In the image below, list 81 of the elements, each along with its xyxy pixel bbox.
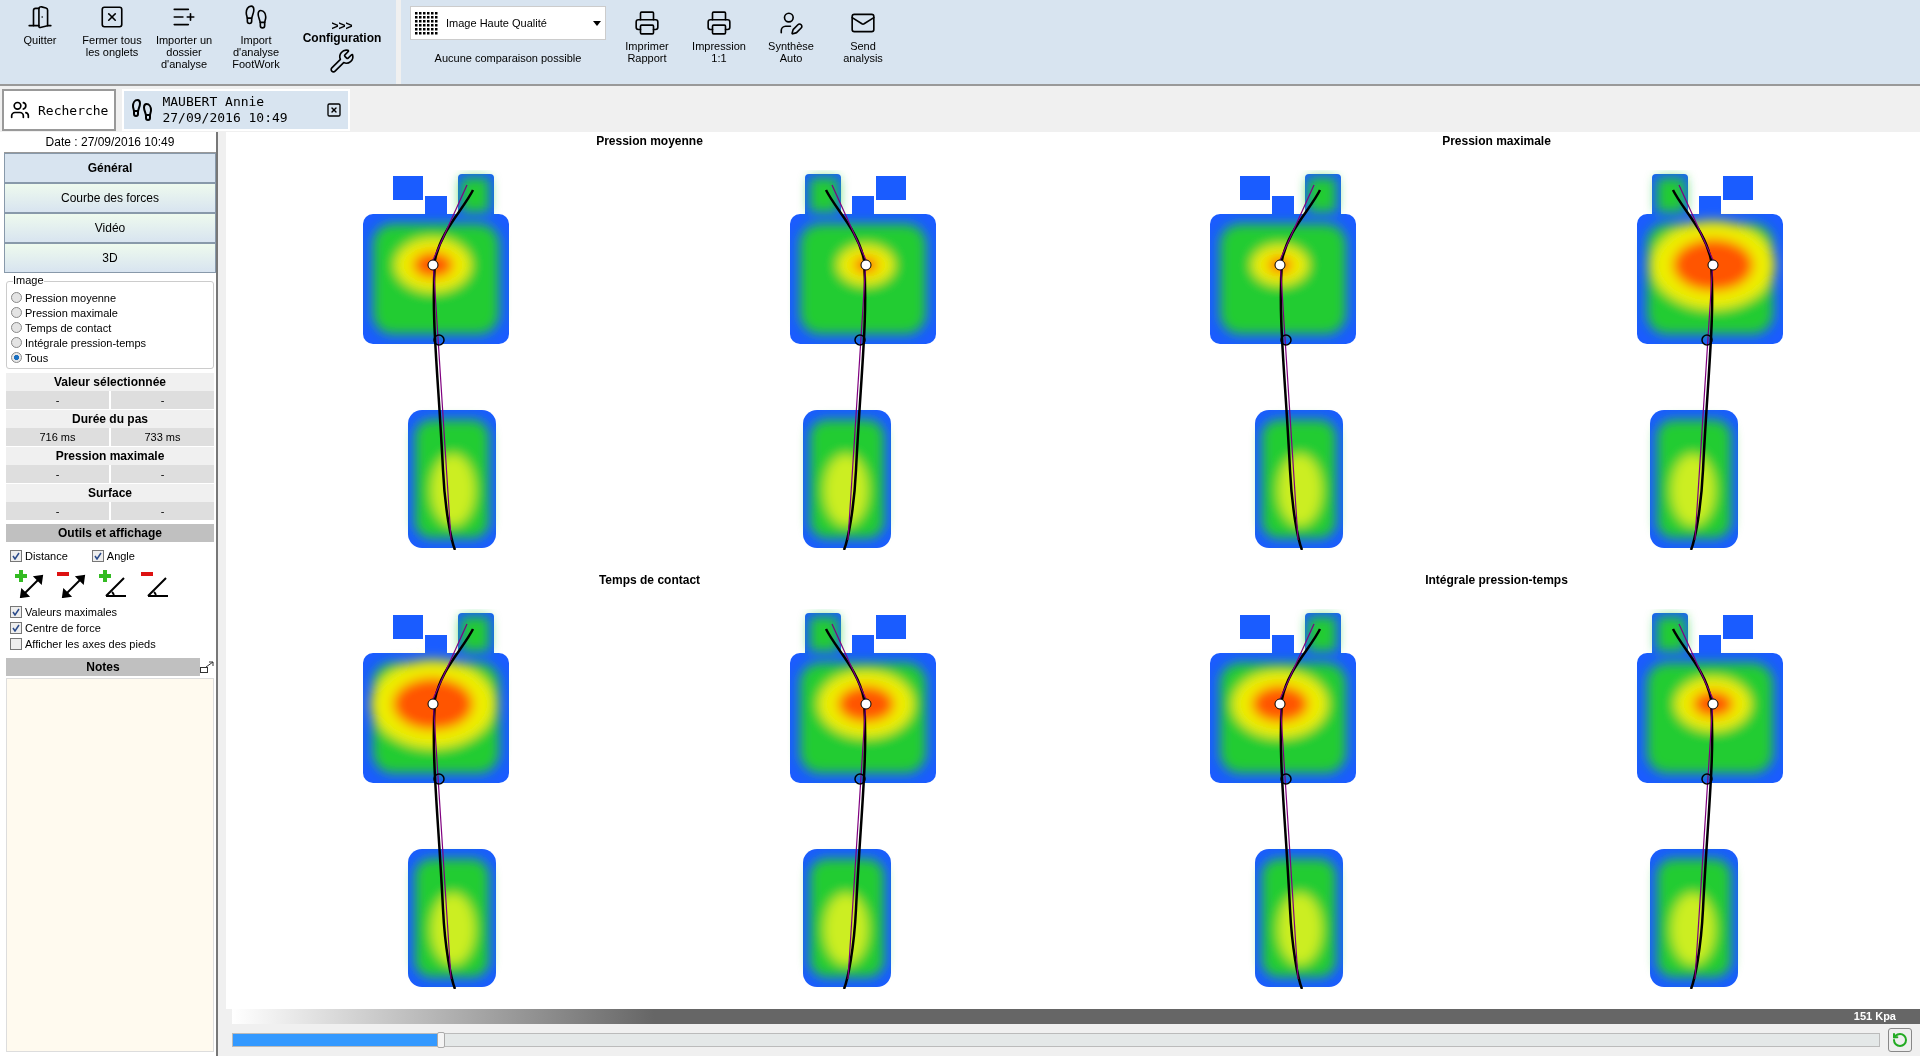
slider-thumb[interactable] — [437, 1032, 446, 1048]
checkbox[interactable] — [10, 622, 22, 634]
metric-title: Durée du pas — [6, 410, 214, 428]
dot-grid-icon — [415, 11, 438, 35]
radio-button[interactable] — [11, 337, 22, 348]
toolbar-button[interactable]: Import d'analyse FootWork — [222, 2, 290, 72]
metric-value: - — [111, 391, 214, 409]
checkbox[interactable] — [10, 638, 22, 650]
section-title: Notes — [6, 658, 200, 676]
metric-value: 733 ms — [111, 428, 214, 446]
patient-name: MAUBERT Annie — [162, 94, 266, 110]
panel-title: Temps de contact — [598, 571, 701, 589]
nav-button[interactable]: Courbe des forces — [4, 183, 216, 213]
panel-title: Pression maximale — [1442, 133, 1551, 150]
radio-button[interactable] — [11, 322, 22, 333]
metric-title: Surface — [6, 484, 214, 502]
checkbox-label: Afficher les axes des pieds — [25, 638, 156, 650]
distance-plus-icon[interactable] — [14, 570, 44, 598]
session-date: 27/09/2016 10:49 — [162, 110, 288, 126]
toolbar-button[interactable]: Imprimer Rapport — [613, 2, 681, 66]
toolbar-button[interactable]: Synthèse Auto — [757, 2, 825, 66]
checkbox-label: Angle — [106, 550, 135, 562]
metric-title: Pression maximale — [6, 447, 214, 465]
radio-label: Intégrale pression-temps — [25, 336, 147, 349]
users-icon — [10, 100, 30, 120]
checkbox-label: Valeurs maximales — [25, 606, 118, 618]
radio-button[interactable] — [11, 307, 22, 318]
close-icon — [99, 4, 125, 30]
angle-plus-icon[interactable] — [98, 570, 128, 598]
toolbar-button[interactable]: Quitter — [6, 2, 74, 48]
section-title: Outils et affichage — [6, 524, 214, 542]
color-scale-bar: 151 Kpa — [232, 1009, 1920, 1024]
radio-label: Pression maximale — [25, 306, 118, 319]
metric-value: 716 ms — [6, 428, 109, 446]
reset-button[interactable] — [1888, 1028, 1912, 1052]
configuration-button[interactable]: >>> Configuration — [294, 2, 390, 80]
checkbox[interactable] — [10, 550, 22, 562]
toolbar-button[interactable]: Fermer tous les onglets — [78, 2, 146, 60]
metric-title: Valeur sélectionnée — [6, 373, 214, 391]
metric-value: - — [111, 465, 214, 483]
radio-label: Temps de contact — [25, 321, 112, 334]
footprints-icon — [130, 98, 155, 122]
caret-icon — [593, 20, 601, 26]
angle-minus-icon[interactable] — [140, 570, 170, 598]
toolbar-button[interactable]: Impression 1:1 — [685, 2, 753, 66]
wrench-icon — [329, 48, 355, 74]
return-arrow-icon — [1892, 1032, 1908, 1048]
checkbox-label: Distance — [25, 550, 68, 562]
radio-button[interactable] — [11, 292, 22, 303]
close-icon[interactable] — [325, 102, 342, 118]
metric-value: - — [6, 502, 109, 520]
checkbox[interactable] — [10, 606, 22, 618]
group-title: Image — [13, 274, 44, 286]
door-icon — [27, 4, 53, 30]
printer-icon — [706, 10, 732, 36]
notes-field[interactable] — [6, 678, 214, 1052]
checkbox-label: Centre de force — [25, 622, 101, 634]
metric-value: - — [6, 465, 109, 483]
toolbar-button[interactable]: Send analysis — [829, 2, 897, 66]
metric-value: - — [111, 502, 214, 520]
nav-button[interactable]: Général — [4, 153, 216, 183]
panel-title: Pression moyenne — [596, 133, 703, 150]
toolbar-button[interactable]: Importer un dossier d'analyse — [150, 2, 218, 72]
patient-tab[interactable]: MAUBERT Annie 27/09/2016 10:49 — [122, 89, 350, 131]
user-pen-icon — [778, 10, 804, 36]
expand-icon[interactable] — [200, 661, 214, 673]
footprints-icon — [243, 4, 269, 30]
radio-label: Pression moyenne — [25, 291, 117, 304]
checkbox[interactable] — [91, 550, 104, 562]
comparison-note: Aucune comparaison possible — [434, 52, 582, 64]
radio-button[interactable] — [11, 352, 22, 363]
nav-button[interactable]: 3D — [4, 243, 216, 273]
timeline-slider[interactable] — [232, 1033, 1880, 1047]
distance-minus-icon[interactable] — [56, 570, 86, 598]
quality-dropdown[interactable]: Image Haute Qualité — [410, 6, 606, 40]
printer-icon — [634, 10, 660, 36]
panel-title: Intégrale pression-temps — [1425, 571, 1568, 589]
search-tab[interactable]: Recherche — [2, 89, 117, 131]
metric-value: - — [6, 391, 109, 409]
nav-button[interactable]: Vidéo — [4, 213, 216, 243]
radio-label: Tous — [25, 351, 49, 364]
